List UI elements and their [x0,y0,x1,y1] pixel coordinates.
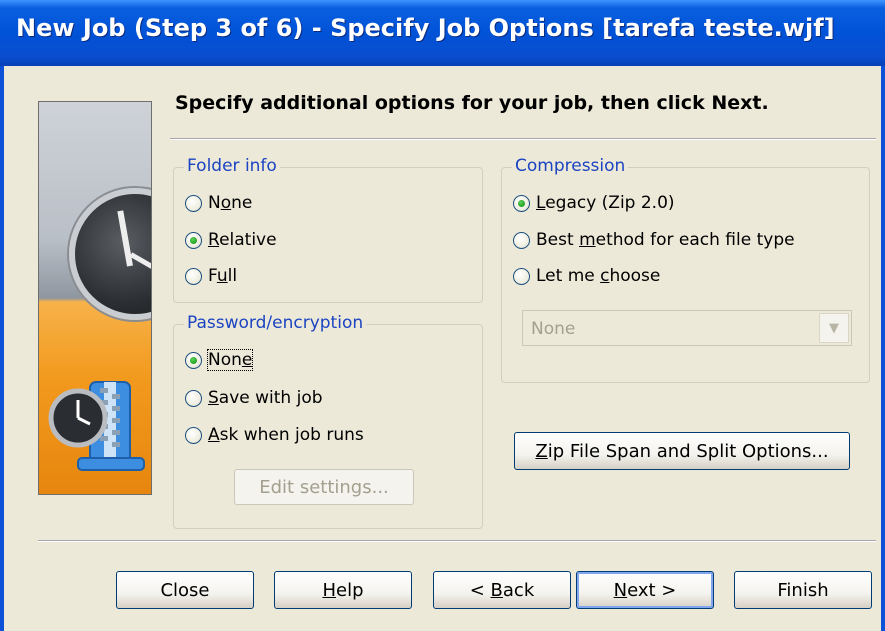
folder-info-label: Folder info [184,156,280,176]
compression-choose-radio[interactable]: Let me choose [513,266,660,286]
title-bar[interactable]: New Job (Step 3 of 6) - Specify Job Opti… [0,0,885,66]
radio-circle [185,194,202,212]
radio-circle [513,231,530,249]
radio-label: None [208,193,253,213]
folder-info-none-radio[interactable]: None [185,193,252,213]
clock-face [69,188,151,320]
help-label: Help [322,579,364,601]
radio-circle [185,267,202,285]
password-none-radio[interactable]: None [185,349,254,371]
radio-label: Let me choose [536,266,661,286]
next-label: Next > [613,579,677,601]
folder-info-relative-radio[interactable]: Relative [185,230,277,250]
chevron-down-icon[interactable]: ▼ [819,313,849,343]
compression-best-radio[interactable]: Best method for each file type [513,230,795,250]
compression-label: Compression [512,156,629,176]
radio-label: Ask when job runs [208,425,364,445]
window-frame-left [0,66,4,631]
compression-legacy-radio[interactable]: Legacy (Zip 2.0) [513,193,675,213]
radio-circle-checked [185,351,202,369]
radio-label: Relative [208,230,277,250]
zip-span-split-label: Zip File Span and Split Options... [535,440,829,462]
password-label: Password/encryption [184,313,367,333]
password-ask-radio[interactable]: Ask when job runs [185,425,364,445]
close-button[interactable]: Close [116,571,254,609]
footer-separator [38,540,876,542]
edit-settings-button[interactable]: Edit settings... [234,469,414,505]
next-button[interactable]: Next > [576,571,714,609]
radio-label: Save with job [208,388,323,408]
folder-info-full-radio[interactable]: Full [185,266,237,286]
help-button[interactable]: Help [274,571,412,609]
radio-circle-checked [513,194,530,212]
window-frame-right [881,66,885,631]
radio-label: Best method for each file type [536,230,795,250]
window-title: New Job (Step 3 of 6) - Specify Job Opti… [16,14,835,42]
radio-label: None [206,349,254,371]
instruction-text: Specify additional options for your job,… [175,92,769,114]
zip-span-split-button[interactable]: Zip File Span and Split Options... [514,432,850,470]
header-separator [170,138,876,140]
zip-clock-icon [48,381,145,471]
radio-circle-checked [185,231,202,249]
radio-circle [513,267,530,285]
radio-label: Full [208,266,238,286]
password-save-radio[interactable]: Save with job [185,388,323,408]
back-button[interactable]: < Back [433,571,571,609]
radio-circle [185,426,202,444]
finish-button[interactable]: Finish [734,571,872,609]
radio-label: Legacy (Zip 2.0) [536,193,675,213]
radio-circle [185,389,202,407]
compression-method-value: None [531,319,576,339]
back-label: < Back [469,579,535,601]
compression-method-select[interactable]: None ▼ [522,310,852,346]
